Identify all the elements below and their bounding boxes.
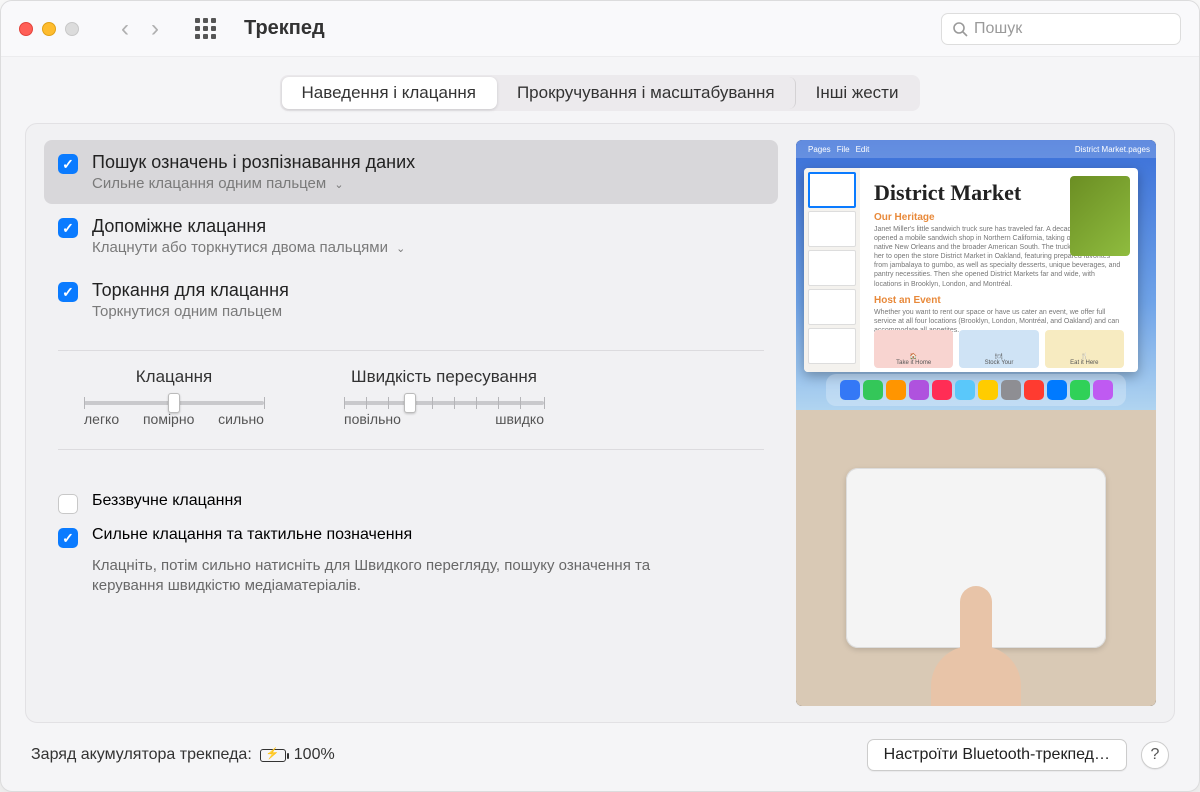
preview-document: District Market Our Heritage Janet Mille… xyxy=(860,168,1138,372)
preview-trackpad-area xyxy=(796,410,1156,706)
option-secondary-click[interactable]: Допоміжне клацання Клацнути або торкнути… xyxy=(44,204,778,268)
close-button[interactable] xyxy=(19,22,33,36)
tap-to-click-checkbox[interactable] xyxy=(58,282,78,302)
back-button[interactable]: ‹ xyxy=(121,15,129,43)
silent-click-title: Беззвучне клацання xyxy=(92,492,242,510)
tracking-slider[interactable] xyxy=(344,401,544,405)
divider xyxy=(58,350,764,351)
minimize-button[interactable] xyxy=(42,22,56,36)
secondary-click-title: Допоміжне клацання xyxy=(92,216,405,237)
lookup-checkbox[interactable] xyxy=(58,154,78,174)
tab-scroll-zoom[interactable]: Прокручування і масштабування xyxy=(497,77,796,109)
preview-finger xyxy=(931,586,1021,706)
preview-sidebar xyxy=(804,168,860,372)
battery-label: Заряд акумулятора трекпеда: xyxy=(31,746,252,764)
battery-value: 100% xyxy=(294,746,335,764)
force-click-title: Сильне клацання та тактильне позначення xyxy=(92,526,412,544)
options-column: Пошук означень і розпізнавання даних Сил… xyxy=(26,140,778,706)
divider xyxy=(58,449,764,450)
preview-image xyxy=(1070,176,1130,256)
option-tap-to-click[interactable]: Торкання для клацання Торкнутися одним п… xyxy=(44,268,778,332)
preview-screen: PagesFileEdit District Market.pages Dist… xyxy=(796,140,1156,410)
option-silent-click[interactable]: Беззвучне клацання xyxy=(58,486,764,520)
search-placeholder: Пошук xyxy=(974,20,1022,38)
silent-click-checkbox[interactable] xyxy=(58,494,78,514)
zoom-button xyxy=(65,22,79,36)
preferences-window: ‹ › Трекпед Пошук Наведення і клацання П… xyxy=(0,0,1200,792)
nav-arrows: ‹ › xyxy=(121,15,159,43)
tap-to-click-title: Торкання для клацання xyxy=(92,280,289,301)
search-icon xyxy=(952,21,968,37)
secondary-click-checkbox[interactable] xyxy=(58,218,78,238)
forward-button: › xyxy=(151,15,159,43)
click-slider-labels: легко помірно сильно xyxy=(84,411,264,427)
bluetooth-setup-button[interactable]: Настроїти Bluetooth-трекпед… xyxy=(867,739,1127,771)
settings-panel: Пошук означень і розпізнавання даних Сил… xyxy=(25,123,1175,723)
click-slider-block: Клацання легко помірно сильно xyxy=(84,367,264,427)
option-lookup[interactable]: Пошук означень і розпізнавання даних Сил… xyxy=(44,140,778,204)
tracking-slider-labels: повільно швидко xyxy=(344,411,544,427)
titlebar: ‹ › Трекпед Пошук xyxy=(1,1,1199,57)
lookup-subtitle[interactable]: Сильне клацання одним пальцем ⌄ xyxy=(92,175,415,192)
chevron-down-icon: ⌄ xyxy=(396,243,405,255)
click-slider-title: Клацання xyxy=(84,367,264,387)
tracking-slider-knob[interactable] xyxy=(404,393,416,413)
footer-bar: Заряд акумулятора трекпеда: 100% Настрої… xyxy=(1,739,1199,791)
option-force-click[interactable]: Сильне клацання та тактильне позначення xyxy=(58,520,764,554)
preview-app-window: District Market Our Heritage Janet Mille… xyxy=(804,168,1138,372)
click-slider-knob[interactable] xyxy=(168,393,180,413)
force-click-description: Клацніть, потім сильно натисніть для Шви… xyxy=(92,556,652,597)
tap-to-click-subtitle: Торкнутися одним пальцем xyxy=(92,303,289,320)
tracking-slider-title: Швидкість пересування xyxy=(344,367,544,387)
secondary-click-subtitle[interactable]: Клацнути або торкнутися двома пальцями ⌄ xyxy=(92,239,405,256)
click-slider[interactable] xyxy=(84,401,264,405)
preview-menubar: PagesFileEdit District Market.pages xyxy=(796,140,1156,158)
chevron-down-icon: ⌄ xyxy=(334,179,343,191)
show-all-icon[interactable] xyxy=(195,18,216,39)
window-controls xyxy=(19,22,79,36)
tab-more-gestures[interactable]: Інші жести xyxy=(796,77,919,109)
sliders-row: Клацання легко помірно сильно Швидкість xyxy=(44,367,778,427)
search-field[interactable]: Пошук xyxy=(941,13,1181,45)
lookup-title: Пошук означень і розпізнавання даних xyxy=(92,152,415,173)
help-button[interactable]: ? xyxy=(1141,741,1169,769)
window-title: Трекпед xyxy=(244,17,325,40)
bottom-options: Беззвучне клацання Сильне клацання та та… xyxy=(44,486,778,597)
tab-point-click[interactable]: Наведення і клацання xyxy=(282,77,497,109)
force-click-checkbox[interactable] xyxy=(58,528,78,548)
tab-bar: Наведення і клацання Прокручування і мас… xyxy=(280,75,921,111)
gesture-preview: PagesFileEdit District Market.pages Dist… xyxy=(796,140,1156,706)
tracking-slider-block: Швидкість пересування повільно швидко xyxy=(344,367,544,427)
battery-icon xyxy=(260,749,286,762)
preview-dock xyxy=(826,374,1126,406)
